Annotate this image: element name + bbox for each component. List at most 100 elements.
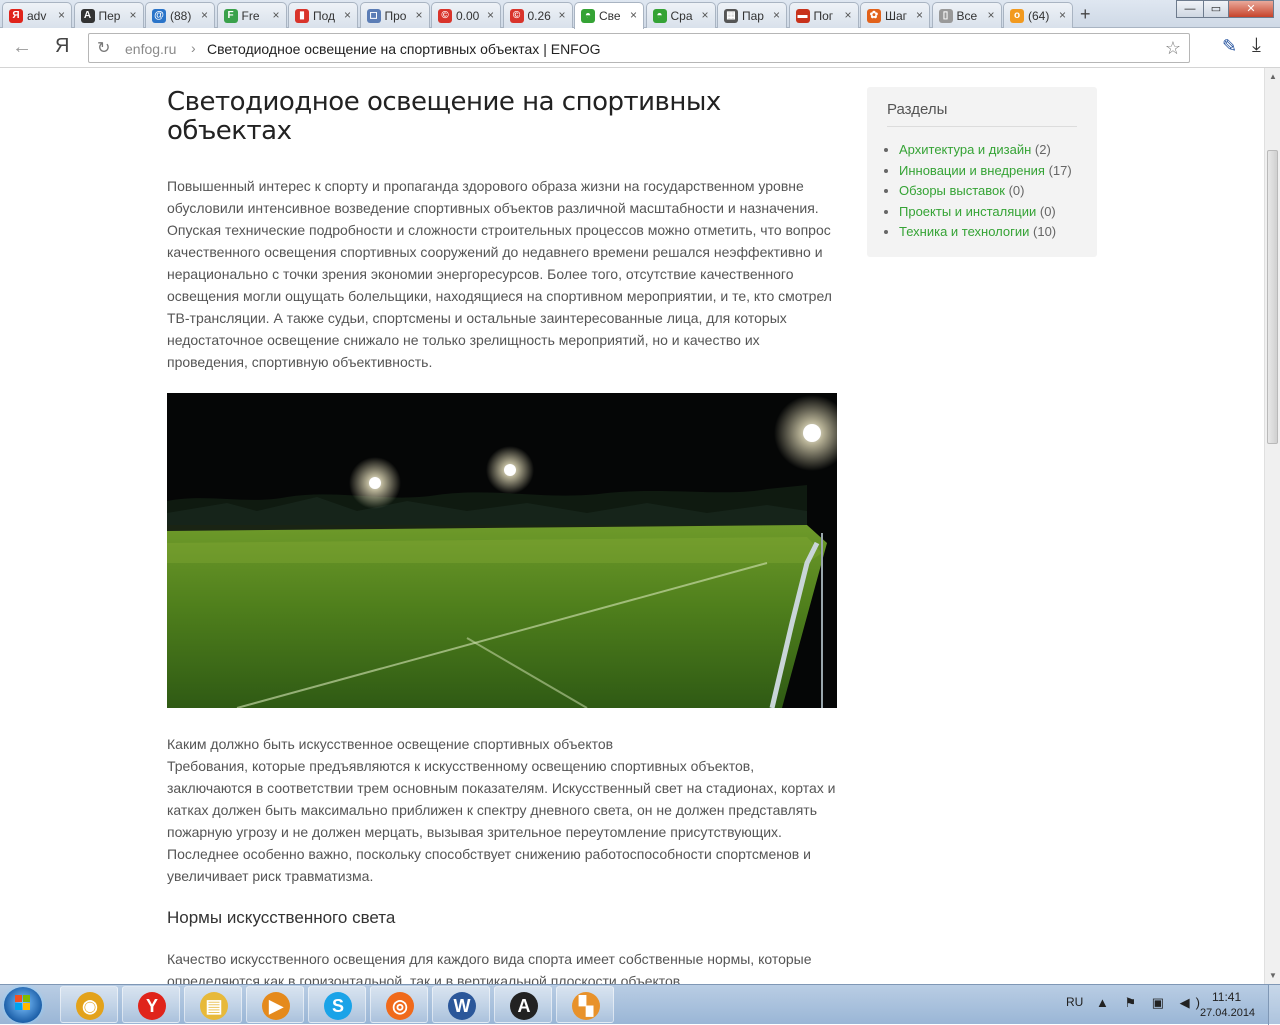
category-link[interactable]: Архитектура и дизайн xyxy=(899,142,1031,157)
tab-label: Под xyxy=(313,9,336,23)
chrome-icon: ◉ xyxy=(76,992,104,1020)
browser-tab[interactable]: © 0.00 × xyxy=(431,2,501,28)
sidebar-categories: Разделы Архитектура и дизайн (2) Инновац… xyxy=(867,87,1097,257)
taskbar-app-media-player[interactable]: ▶ xyxy=(246,986,304,1023)
taskbar-app-skype[interactable]: S xyxy=(308,986,366,1023)
tab-close-icon[interactable]: × xyxy=(344,8,351,22)
tab-favicon-icon: © xyxy=(509,9,524,23)
category-link[interactable]: Проекты и инсталяции xyxy=(899,204,1036,219)
tab-close-icon[interactable]: × xyxy=(487,8,494,22)
article-title: Светодиодное освещение на спортивных объ… xyxy=(167,87,721,146)
stadium-night-photo xyxy=(167,393,837,708)
browser-tab[interactable]: A Пер × xyxy=(73,2,144,28)
tab-close-icon[interactable]: × xyxy=(558,8,565,22)
minimize-button[interactable]: — xyxy=(1176,0,1204,18)
taskbar-app-explorer[interactable]: ▤ xyxy=(184,986,242,1023)
taskbar-app-app-9[interactable]: ▚ xyxy=(556,986,614,1023)
show-desktop-button[interactable] xyxy=(1268,985,1280,1025)
taskbar-app-origin[interactable]: ◎ xyxy=(370,986,428,1023)
tab-close-icon[interactable]: × xyxy=(773,8,780,22)
language-indicator[interactable]: RU xyxy=(1066,995,1083,1009)
section2-heading: Нормы искусственного света xyxy=(167,908,396,927)
tab-label: Пер xyxy=(98,9,121,23)
category-item: Обзоры выставок (0) xyxy=(899,181,1077,202)
vertical-scrollbar[interactable]: ▲ ▼ xyxy=(1264,68,1280,984)
category-count: (0) xyxy=(1039,203,1056,219)
scroll-down-icon[interactable]: ▼ xyxy=(1269,971,1277,980)
pencil-icon[interactable]: ✎ xyxy=(1222,36,1237,57)
taskbar-app-font-viewer[interactable]: A xyxy=(494,986,552,1023)
tab-close-icon[interactable]: × xyxy=(58,8,65,22)
taskbar-app-yandex-browser[interactable]: Y xyxy=(122,986,180,1023)
tab-favicon-icon: @ xyxy=(152,9,166,23)
taskbar-app-chrome[interactable]: ◉ xyxy=(60,986,118,1023)
browser-tab[interactable]: ◓ Сра × xyxy=(645,2,716,28)
new-tab-button[interactable]: + xyxy=(1080,4,1091,25)
browser-tab[interactable]: ▯ Все × xyxy=(931,2,1002,28)
maximize-button[interactable]: ▭ xyxy=(1203,0,1229,18)
browser-tab[interactable]: Яadv × xyxy=(2,2,72,28)
tab-close-icon[interactable]: × xyxy=(987,8,994,22)
address-bar[interactable]: ↻ enfog.ru › Светодиодное освещение на с… xyxy=(88,33,1190,63)
tab-favicon-icon: ◓ xyxy=(581,9,595,23)
tab-close-icon[interactable]: × xyxy=(630,8,637,22)
tab-label: Све xyxy=(599,9,621,23)
url-domain: enfog.ru xyxy=(125,41,177,57)
browser-tab[interactable]: F Fre × xyxy=(216,2,287,28)
category-count: (17) xyxy=(1048,162,1072,178)
tab-label: Пар xyxy=(742,9,764,23)
tab-close-icon[interactable]: × xyxy=(201,8,208,22)
close-button[interactable]: ✕ xyxy=(1228,0,1274,18)
scroll-up-icon[interactable]: ▲ xyxy=(1269,72,1277,81)
browser-tab[interactable]: @ (88) × xyxy=(145,2,215,28)
tab-close-icon[interactable]: × xyxy=(129,8,136,22)
url-separator: › xyxy=(191,40,196,56)
category-count: (2) xyxy=(1034,142,1051,157)
category-item: Проекты и инсталяции (0) xyxy=(899,202,1077,223)
back-arrow-icon[interactable]: ← xyxy=(12,36,32,59)
tab-close-icon[interactable]: × xyxy=(701,8,708,22)
tab-close-icon[interactable]: × xyxy=(272,8,279,22)
page-viewport: Светодиодное освещение на спортивных объ… xyxy=(0,68,1264,984)
tray-icons[interactable]: ▲ ⚑ ▣ ◀) xyxy=(1096,995,1206,1011)
taskbar-app-word[interactable]: W xyxy=(432,986,490,1023)
clock-date[interactable]: 27.04.2014 xyxy=(1200,1007,1255,1019)
browser-tab[interactable]: ◓ Све × xyxy=(574,2,644,29)
windows-logo-icon xyxy=(15,995,31,1011)
download-icon[interactable]: ⤓ xyxy=(1252,34,1261,57)
browser-tab[interactable]: ▦ Пар × xyxy=(717,2,787,28)
category-item: Архитектура и дизайн (2) xyxy=(899,140,1077,161)
tab-favicon-icon: A xyxy=(80,9,95,23)
browser-tab[interactable]: ▮ Под × xyxy=(288,2,358,28)
yandex-logo-icon[interactable]: Я xyxy=(55,35,69,58)
tab-close-icon[interactable]: × xyxy=(1059,8,1066,22)
scrollbar-thumb[interactable] xyxy=(1267,150,1278,444)
category-link[interactable]: Инновации и внедрения xyxy=(899,163,1045,178)
browser-tab[interactable]: © 0.26 × xyxy=(502,2,573,28)
tab-close-icon[interactable]: × xyxy=(844,8,851,22)
bookmark-star-icon[interactable]: ☆ xyxy=(1165,38,1181,59)
browser-tab[interactable]: о (64) × xyxy=(1003,2,1073,28)
category-count: (0) xyxy=(1008,183,1025,198)
browser-tab[interactable]: ▬ Пог × xyxy=(788,2,859,28)
tab-favicon-icon: ◓ xyxy=(652,9,667,23)
start-button[interactable] xyxy=(4,987,42,1023)
tab-label: Все xyxy=(956,9,978,23)
tab-favicon-icon: ▮ xyxy=(295,9,309,23)
tab-label: (64) xyxy=(1028,9,1050,23)
tab-close-icon[interactable]: × xyxy=(415,8,422,22)
category-link[interactable]: Обзоры выставок xyxy=(899,183,1005,198)
clock-time[interactable]: 11:41 xyxy=(1212,990,1241,1004)
tab-label: (88) xyxy=(170,9,192,23)
browser-tab[interactable]: ◻ Про × xyxy=(359,2,430,28)
tab-favicon-icon: F xyxy=(223,9,238,23)
category-link[interactable]: Техника и технологии xyxy=(899,224,1029,239)
skype-icon: S xyxy=(324,992,352,1020)
tab-close-icon[interactable]: × xyxy=(916,8,923,22)
tab-favicon-icon: Я xyxy=(9,9,23,23)
browser-tab[interactable]: ✿ Шаг × xyxy=(860,2,930,28)
media-player-icon: ▶ xyxy=(262,992,290,1020)
tab-favicon-icon: ▬ xyxy=(795,9,810,23)
reload-icon[interactable]: ↻ xyxy=(97,38,110,58)
font-viewer-icon: A xyxy=(510,992,538,1020)
